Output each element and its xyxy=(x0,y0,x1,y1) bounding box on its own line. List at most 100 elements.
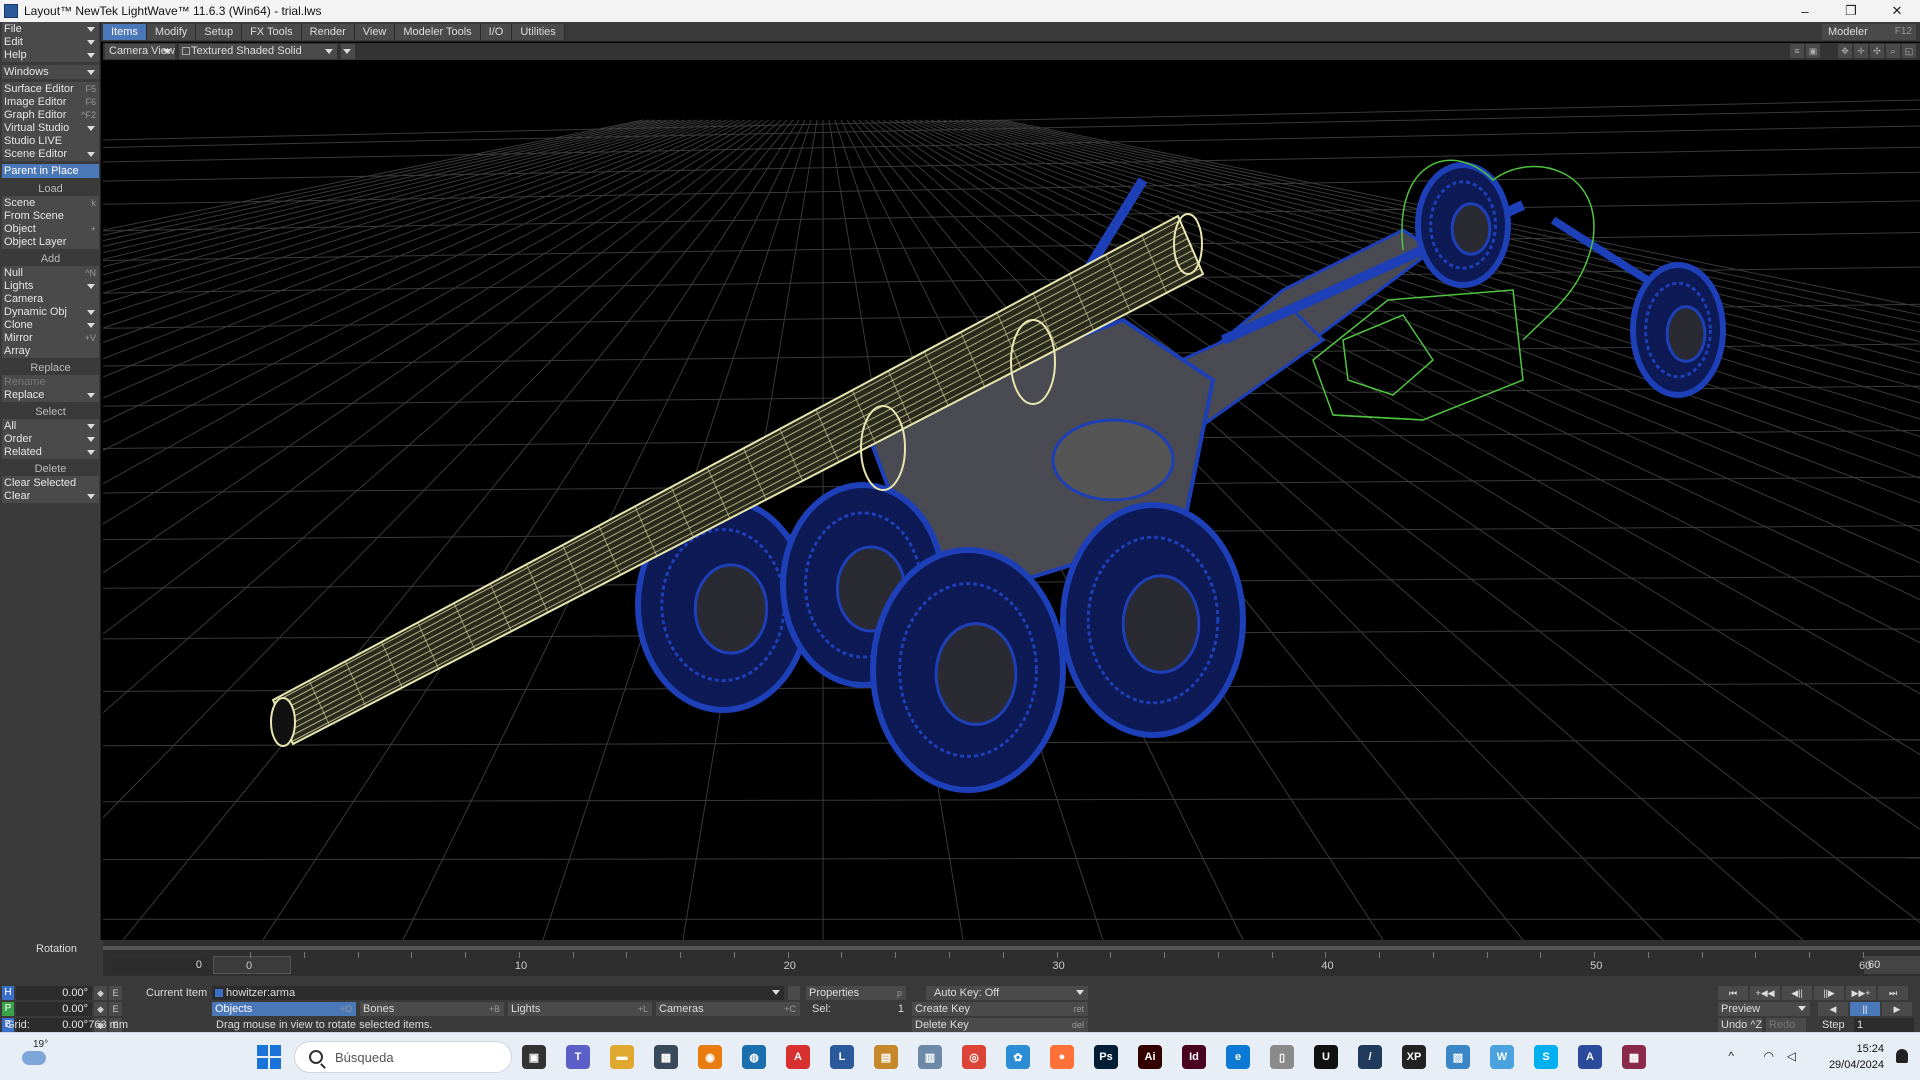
render-mode-dropdown[interactable]: Textured Shaded Solid Wireframe xyxy=(179,44,337,72)
close-button[interactable]: ✕ xyxy=(1874,0,1920,22)
file-explorer-icon[interactable]: ▬ xyxy=(610,1045,634,1069)
tab-view[interactable]: View xyxy=(354,24,396,40)
menu-edit[interactable]: Edit xyxy=(2,35,99,49)
view-type-dropdown[interactable]: Camera View xyxy=(105,44,175,59)
modeler-button[interactable]: Modeler F12 xyxy=(1822,24,1916,40)
btn-parent-in-place[interactable]: Parent in Place xyxy=(2,164,99,178)
tab-i-o[interactable]: I/O xyxy=(480,24,513,40)
tab-fx-tools[interactable]: FX Tools xyxy=(242,24,302,40)
load-from-scene[interactable]: From Scene xyxy=(2,209,99,223)
menu-windows[interactable]: Windows xyxy=(2,65,99,79)
indesign-icon[interactable]: Id xyxy=(1182,1045,1206,1069)
add-null[interactable]: Null ^N xyxy=(2,266,99,280)
btn-scene-editor[interactable]: Scene Editor xyxy=(2,147,99,161)
acrobat-icon[interactable]: A xyxy=(786,1045,810,1069)
timeline[interactable]: 60 0 10 20 30 40 50 60 xyxy=(103,940,1920,976)
properties-button[interactable]: Properties p xyxy=(806,986,906,1000)
volume-icon[interactable]: ◁ xyxy=(1787,1049,1796,1063)
axis-value-field[interactable]: 0.00° xyxy=(16,986,92,1000)
axis-link-icon[interactable]: ◆ xyxy=(94,986,107,1000)
paint-icon[interactable]: ▧ xyxy=(1446,1045,1470,1069)
btn-graph-editor[interactable]: Graph Editor ^F2 xyxy=(2,108,99,122)
envelope-button[interactable]: E xyxy=(109,986,122,1000)
pan-view-icon[interactable]: ✣ xyxy=(1870,44,1884,58)
tab-items[interactable]: Items xyxy=(103,24,147,40)
axis-value-field[interactable]: 0.00° xyxy=(16,1002,92,1016)
lightwave-icon[interactable]: L xyxy=(830,1045,854,1069)
weather-widget[interactable]: 19° xyxy=(20,1039,54,1075)
item-type-lights[interactable]: Lights +L xyxy=(508,1002,652,1016)
zoom-view-icon[interactable]: ⌕ xyxy=(1886,44,1900,58)
tab-modify[interactable]: Modify xyxy=(146,24,197,40)
last-frame-button[interactable]: ⏭ xyxy=(1878,986,1908,1000)
maximize-button[interactable]: ❐ xyxy=(1828,0,1874,22)
undo-button[interactable]: Undo ^Z xyxy=(1718,1018,1762,1032)
replace-replace[interactable]: Replace xyxy=(2,388,99,402)
first-frame-button[interactable]: ⏮ xyxy=(1718,986,1748,1000)
create-key-button[interactable]: Create Key ret xyxy=(912,1002,1088,1016)
maximize-view-icon[interactable]: ◱ xyxy=(1902,44,1916,58)
redo-button[interactable]: Redo xyxy=(1766,1018,1806,1032)
notification-bell-icon[interactable] xyxy=(1896,1049,1908,1063)
delete-clear-selected[interactable]: Clear Selected xyxy=(2,476,99,490)
delete-clear[interactable]: Clear xyxy=(2,489,99,503)
calculator-icon[interactable]: ▦ xyxy=(654,1045,678,1069)
current-item-dropdown[interactable]: howitzer:arma xyxy=(212,986,784,1000)
step-field[interactable]: 1 xyxy=(1854,1018,1914,1032)
firefox-icon[interactable]: ● xyxy=(1050,1045,1074,1069)
tab-setup[interactable]: Setup xyxy=(196,24,243,40)
preview-dropdown[interactable]: Preview xyxy=(1718,1002,1810,1016)
add-camera[interactable]: Camera xyxy=(2,292,99,306)
auto-key-dropdown[interactable]: Auto Key: Off xyxy=(926,986,1088,1000)
taskbar-search[interactable]: Búsqueda xyxy=(294,1041,512,1073)
layout-icon[interactable]: ▣ xyxy=(1806,44,1820,58)
3d-viewport[interactable] xyxy=(103,60,1920,940)
photoshop-icon[interactable]: Ps xyxy=(1094,1045,1118,1069)
w-app-icon[interactable]: W xyxy=(1490,1045,1514,1069)
app-globe-icon[interactable]: ◍ xyxy=(742,1045,766,1069)
item-type-objects[interactable]: Objects +O xyxy=(212,1002,356,1016)
minimize-button[interactable]: – xyxy=(1782,0,1828,22)
menu-help[interactable]: Help xyxy=(2,48,99,62)
btn-surface-editor[interactable]: Surface Editor F5 xyxy=(2,82,99,96)
skype-icon[interactable]: S xyxy=(1534,1045,1558,1069)
winrar-icon[interactable]: ▦ xyxy=(1622,1045,1646,1069)
clock[interactable]: 15:24 29/04/2024 xyxy=(1829,1041,1884,1073)
chrome-icon[interactable]: ◎ xyxy=(962,1045,986,1069)
task-view-icon[interactable]: ▣ xyxy=(522,1045,546,1069)
a-app-icon[interactable]: A xyxy=(1578,1045,1602,1069)
graph-app-icon[interactable]: ▥ xyxy=(918,1045,942,1069)
add-array[interactable]: Array xyxy=(2,344,99,358)
image-app-icon[interactable]: ▤ xyxy=(874,1045,898,1069)
pen-app-icon[interactable]: / xyxy=(1358,1045,1382,1069)
btn-studio-live[interactable]: Studio LIVE xyxy=(2,134,99,148)
list-icon[interactable]: ≡ xyxy=(1790,44,1804,58)
btn-virtual-studio[interactable]: Virtual Studio xyxy=(2,121,99,135)
chevron-up-icon[interactable]: ^ xyxy=(1728,1049,1734,1063)
blender-icon[interactable]: ◉ xyxy=(698,1045,722,1069)
unreal-icon[interactable]: U xyxy=(1314,1045,1338,1069)
select-all[interactable]: All xyxy=(2,419,99,433)
prev-frame-button[interactable]: ◀|| xyxy=(1782,986,1812,1000)
prev-key-button[interactable]: +◀◀ xyxy=(1750,986,1780,1000)
notepad-icon[interactable]: ▯ xyxy=(1270,1045,1294,1069)
tab-modeler-tools[interactable]: Modeler Tools xyxy=(395,24,481,40)
menu-file[interactable]: File xyxy=(2,22,99,36)
load-scene[interactable]: Scene k xyxy=(2,196,99,210)
add-lights[interactable]: Lights xyxy=(2,279,99,293)
rotate-view-icon[interactable]: ✛ xyxy=(1854,44,1868,58)
item-type-cameras[interactable]: Cameras +C xyxy=(656,1002,800,1016)
add-dynamic-obj[interactable]: Dynamic Obj xyxy=(2,305,99,319)
add-clone[interactable]: Clone xyxy=(2,318,99,332)
illustrator-icon[interactable]: Ai xyxy=(1138,1045,1162,1069)
photos-icon[interactable]: ✿ xyxy=(1006,1045,1030,1069)
move-view-icon[interactable]: ✥ xyxy=(1838,44,1852,58)
wifi-icon[interactable]: ◠ xyxy=(1764,1049,1774,1063)
select-order[interactable]: Order xyxy=(2,432,99,446)
next-key-button[interactable]: ▶▶+ xyxy=(1846,986,1876,1000)
load-object-layer[interactable]: Object Layer xyxy=(2,235,99,249)
axis-link-icon[interactable]: ◆ xyxy=(94,1002,107,1016)
play-button[interactable]: ▶ xyxy=(1882,1002,1912,1016)
edge-icon[interactable]: e xyxy=(1226,1045,1250,1069)
select-related[interactable]: Related xyxy=(2,445,99,459)
